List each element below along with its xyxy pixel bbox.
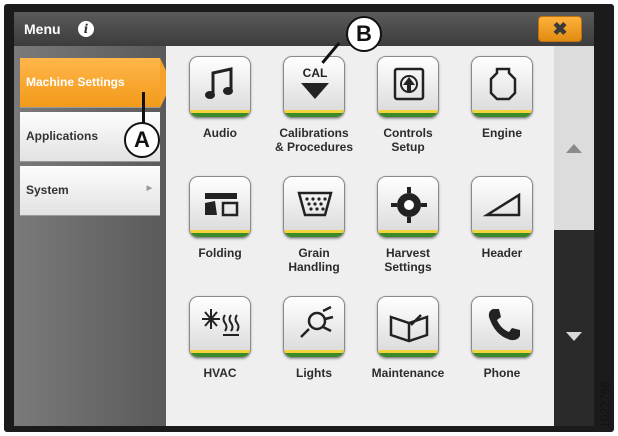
callout-b: B [346,16,382,52]
tile-maintenance[interactable]: Maintenance [362,296,454,380]
tile-label: Header [481,246,523,260]
scroll-track-top [554,46,594,230]
callout-a: A [124,122,160,158]
display-screen: Menu i ✖ Machine Settings Applications S… [14,12,594,426]
sidebar-item-label: Machine Settings [26,75,125,89]
tile-engine[interactable]: Engine [456,56,548,140]
engine-icon[interactable] [471,56,533,118]
scroll-down-arrow-icon[interactable] [566,332,582,341]
tile-harvest-settings[interactable]: Harvest Settings [362,176,454,274]
controls-icon[interactable] [377,56,439,118]
info-icon[interactable]: i [78,21,94,37]
tile-controls-setup[interactable]: Controls Setup [362,56,454,154]
settings-grid: Audio CAL Calibrations & Procedures Cont… [166,46,554,426]
sidebar-item-machine-settings[interactable]: Machine Settings [20,58,172,108]
grain-icon[interactable] [283,176,345,238]
tile-header[interactable]: Header [456,176,548,260]
tile-calibrations[interactable]: CAL Calibrations & Procedures [268,56,360,154]
top-bar: Menu i ✖ [14,12,594,46]
tile-audio[interactable]: Audio [174,56,266,140]
music-note-icon[interactable] [189,56,251,118]
tile-grain-handling[interactable]: Grain Handling [268,176,360,274]
sidebar-item-system[interactable]: System ▶ [20,166,160,216]
tile-label: Audio [203,126,237,140]
scroll-track-bottom [554,230,594,426]
harvest-gear-icon[interactable] [377,176,439,238]
chevron-right-icon: ▶ [146,185,152,192]
light-icon[interactable] [283,296,345,358]
tile-phone[interactable]: Phone [456,296,548,380]
tile-lights[interactable]: Lights [268,296,360,380]
tile-hvac[interactable]: HVAC [174,296,266,380]
tile-label: HVAC [203,366,237,380]
tile-label: Maintenance [371,366,445,380]
scrollbar[interactable] [554,46,594,426]
tile-label: Phone [483,366,521,380]
menu-title: Menu [24,21,61,37]
hvac-icon[interactable] [189,296,251,358]
close-button[interactable]: ✖ [538,16,582,42]
tile-folding[interactable]: Folding [174,176,266,260]
phone-icon[interactable] [471,296,533,358]
tile-label: Calibrations & Procedures [274,126,354,154]
tile-label: Folding [198,246,242,260]
tile-label: Grain Handling [288,246,340,274]
header-wedge-icon[interactable] [471,176,533,238]
cal-icon-text: CAL [303,66,328,80]
scroll-up-arrow-icon[interactable] [566,144,582,153]
tile-label: Harvest Settings [384,246,432,274]
figure-number: 1022786 [598,381,612,428]
tile-label: Lights [296,366,332,380]
folding-icon[interactable] [189,176,251,238]
sidebar-item-label: Applications [26,129,99,143]
book-icon[interactable] [377,296,439,358]
tile-label: Engine [481,126,522,140]
tile-label: Controls Setup [383,126,433,154]
sidebar-item-label: System [26,183,69,197]
callout-a-leader [142,92,145,126]
cal-icon[interactable]: CAL [283,56,345,118]
